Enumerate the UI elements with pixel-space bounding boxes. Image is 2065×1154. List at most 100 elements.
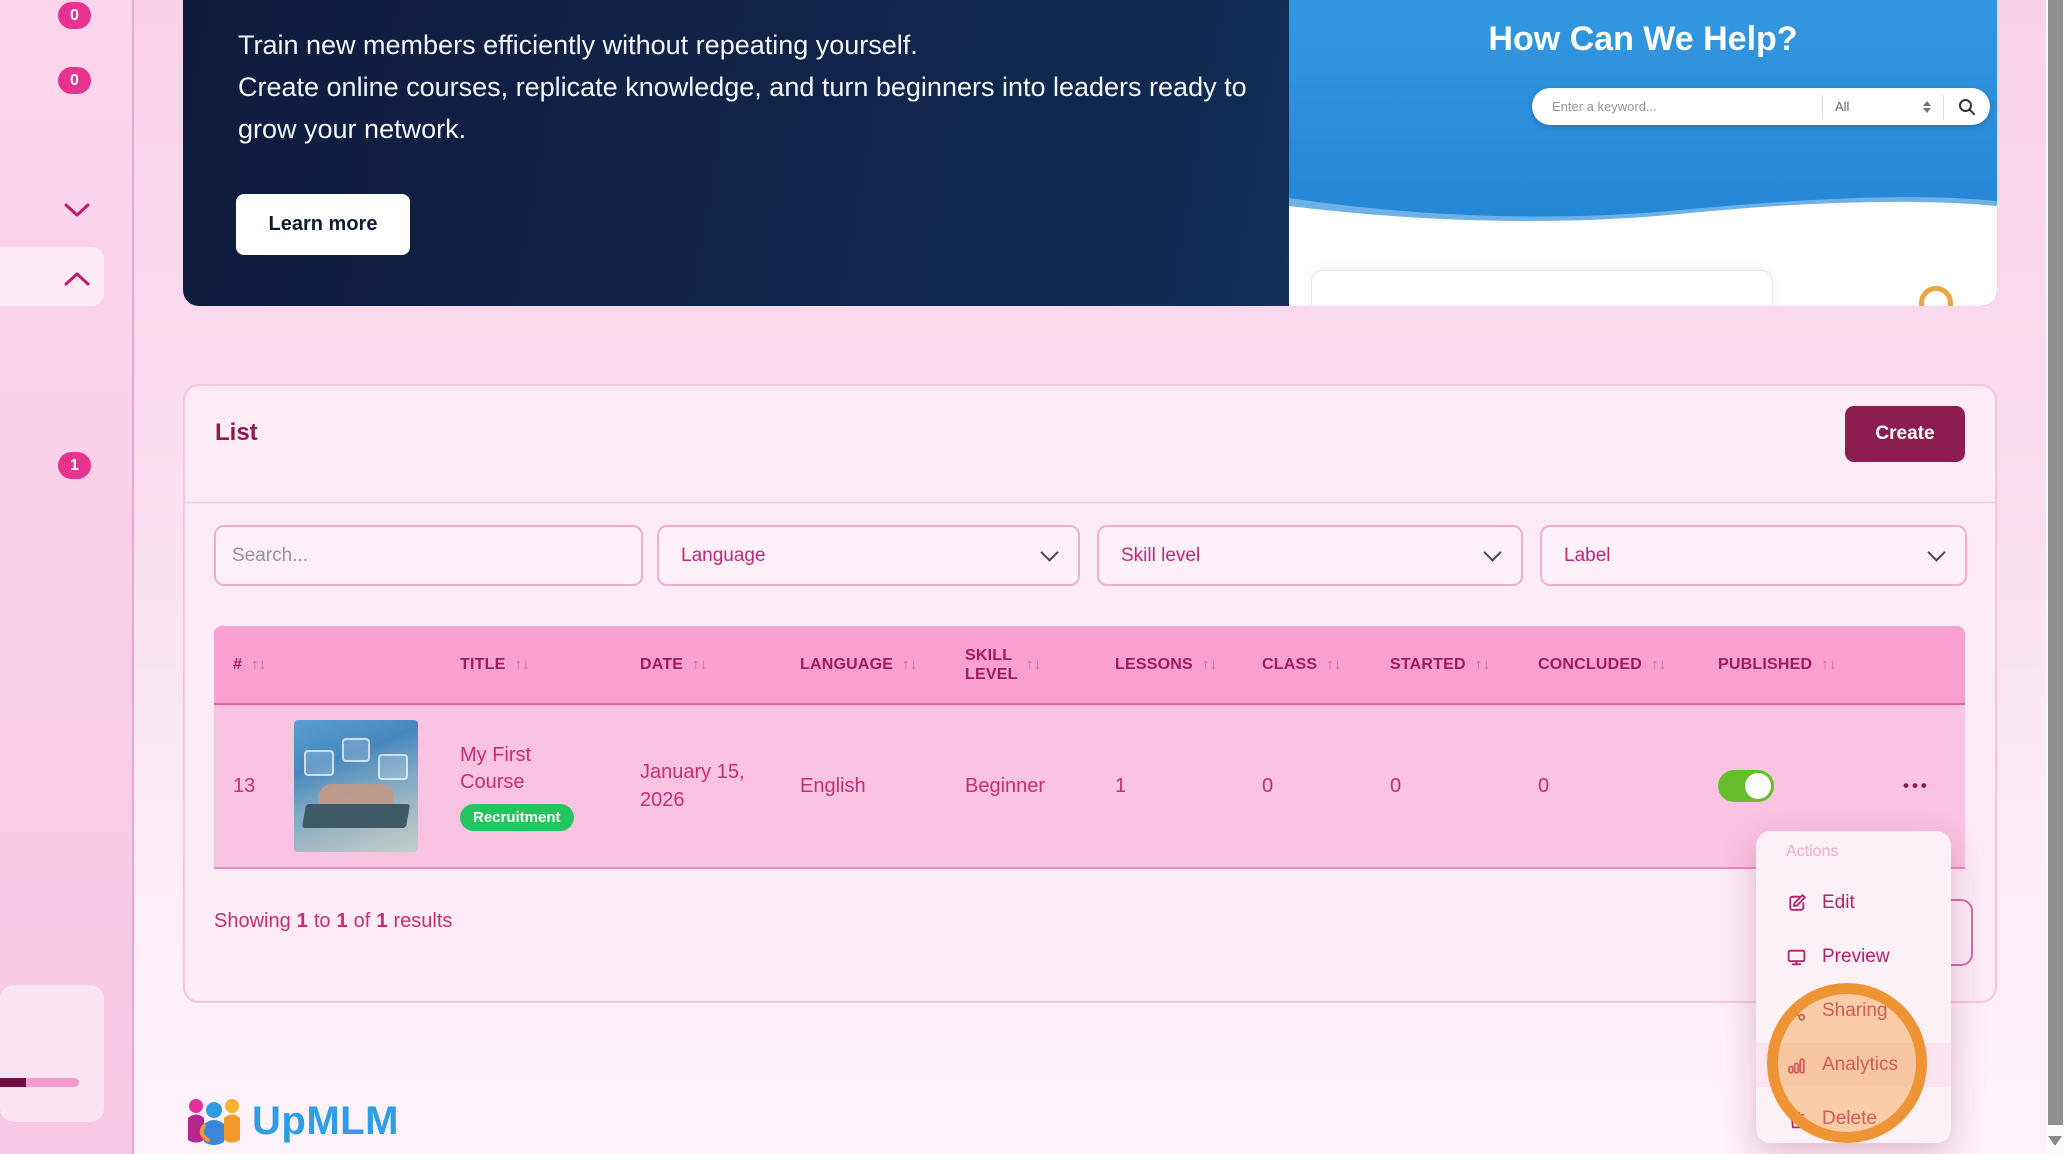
summary-text: Showing: [214, 910, 291, 932]
promo-banner: Train new members efficiently without re…: [183, 0, 1997, 306]
search-icon: [1959, 98, 1976, 115]
scrollbar-thumb[interactable]: [2048, 0, 2063, 1125]
progress-bar: [0, 1078, 79, 1087]
row-actions-button[interactable]: •••: [1875, 776, 1965, 796]
thumbnail-detail: [304, 750, 334, 776]
table-row: 13 My First Course Recruitment January 1…: [214, 705, 1965, 869]
table-header: # ↑↓ TITLE ↑↓ DATE ↑↓ LANGUAGE ↑↓ SKILL LEVE…: [214, 626, 1965, 705]
summary-text: results: [393, 910, 453, 932]
column-header-lessons[interactable]: LESSONS ↑↓: [1115, 656, 1262, 674]
column-header-date[interactable]: DATE ↑↓: [640, 656, 800, 674]
sort-icon: ↑↓: [251, 656, 267, 673]
thumbnail-detail: [301, 804, 411, 828]
column-header-published[interactable]: PUBLISHED ↑↓: [1718, 656, 1875, 674]
search-input[interactable]: [214, 525, 643, 586]
sidebar-count-badge: 0: [58, 2, 91, 29]
chevron-up-icon: [64, 272, 90, 286]
column-label: SKILL LEVEL: [965, 646, 1018, 683]
scrollbar-track[interactable]: [2046, 0, 2065, 1154]
column-label: CONCLUDED: [1538, 655, 1643, 673]
help-widget: How Can We Help? All: [1289, 0, 1997, 306]
scrollbar-down-arrow[interactable]: [2048, 1136, 2062, 1146]
column-header-title[interactable]: TITLE ↑↓: [460, 656, 640, 674]
skill-level-filter-value: Skill level: [1121, 544, 1201, 566]
course-list-card: List Create Language Skill level Label #…: [183, 384, 1997, 1003]
results-summary: Showing 1 to 1 of 1 results: [214, 910, 452, 933]
chevron-down-icon: [1040, 543, 1059, 562]
column-label: DATE: [640, 655, 684, 673]
chevron-down-icon: [1927, 543, 1946, 562]
help-category-value: All: [1835, 99, 1850, 114]
page: 0 0 1 Train new members efficiently with…: [0, 0, 2065, 1154]
course-lessons-count: 1: [1115, 774, 1127, 797]
label-filter-select[interactable]: Label: [1540, 525, 1967, 586]
upmlm-logo-icon: [188, 1099, 240, 1145]
help-article-card: [1311, 270, 1773, 306]
column-header-started[interactable]: STARTED ↑↓: [1390, 656, 1538, 674]
course-title-link[interactable]: My First Course: [460, 742, 572, 796]
toggle-knob: [1745, 773, 1771, 799]
summary-text: of: [353, 910, 371, 932]
promo-banner-text: Train new members efficiently without re…: [238, 24, 1268, 150]
course-skill-level: Beginner: [965, 774, 1046, 797]
column-label: PUBLISHED: [1718, 655, 1813, 673]
sidebar-progress-card: [0, 985, 104, 1122]
column-header-language[interactable]: LANGUAGE ↑↓: [800, 656, 965, 674]
menu-item-preview[interactable]: Preview: [1756, 935, 1951, 979]
sidebar-expand-toggle[interactable]: [64, 203, 90, 223]
brand-name: UpMLM: [252, 1098, 399, 1143]
course-concluded-count: 0: [1538, 774, 1550, 797]
banner-line: Train new members efficiently without re…: [238, 30, 918, 60]
learn-more-button[interactable]: Learn more: [236, 194, 410, 255]
edit-icon: [1789, 893, 1806, 911]
summary-text: to: [313, 910, 331, 932]
column-header-class[interactable]: CLASS ↑↓: [1262, 656, 1390, 674]
column-label: LANGUAGE: [800, 655, 894, 673]
course-thumbnail: [294, 720, 418, 852]
chevron-down-icon: [1483, 543, 1502, 562]
sort-icon: ↑↓: [1651, 656, 1667, 673]
sort-icon: ↑↓: [514, 656, 530, 673]
published-toggle[interactable]: [1718, 770, 1774, 802]
sort-icon: ↑↓: [1326, 656, 1342, 673]
progress-bar-track: [26, 1078, 79, 1087]
sort-icon: ↑↓: [1474, 656, 1491, 673]
column-label: STARTED: [1390, 655, 1466, 673]
divider: [185, 502, 1995, 503]
banner-line: grow your network.: [238, 114, 467, 144]
sort-icon: ↑↓: [1201, 656, 1218, 673]
language-filter-select[interactable]: Language: [657, 525, 1080, 586]
help-search-bar: All: [1532, 88, 1990, 125]
summary-from: 1: [296, 910, 308, 932]
help-search-input[interactable]: [1532, 99, 1822, 114]
skill-level-filter-select[interactable]: Skill level: [1097, 525, 1523, 586]
sort-icon: ↑↓: [692, 656, 708, 673]
banner-line: Create online courses, replicate knowled…: [238, 72, 1247, 102]
course-language: English: [800, 774, 866, 797]
click-annotation-circle: [1767, 983, 1927, 1143]
course-date: January 15, 2026: [640, 761, 745, 811]
help-search-button[interactable]: [1944, 88, 1990, 125]
thumbnail-detail: [342, 738, 370, 762]
actions-menu-title: Actions: [1786, 843, 1839, 860]
thumbnail-detail: [378, 754, 408, 780]
sidebar-count-badge: 1: [58, 452, 91, 479]
help-category-select[interactable]: All: [1823, 99, 1943, 114]
column-header-skill-level[interactable]: SKILL LEVEL ↑↓: [965, 646, 1115, 684]
label-filter-value: Label: [1564, 544, 1611, 566]
column-label: TITLE: [460, 655, 506, 673]
create-button[interactable]: Create: [1845, 406, 1965, 462]
menu-item-label: Edit: [1822, 892, 1855, 913]
column-header-concluded[interactable]: CONCLUDED ↑↓: [1538, 656, 1718, 674]
chevron-down-icon: [64, 203, 90, 217]
menu-item-edit[interactable]: Edit: [1756, 881, 1951, 925]
column-label: LESSONS: [1115, 655, 1193, 673]
course-class-count: 0: [1262, 774, 1274, 797]
column-label: #: [233, 655, 243, 673]
sidebar: 0 0 1: [0, 0, 134, 1154]
column-header-index[interactable]: # ↑↓: [214, 656, 294, 674]
select-arrows-icon: [1923, 100, 1931, 113]
course-label-badge: Recruitment: [460, 803, 574, 831]
footer-logo[interactable]: UpMLM: [186, 1096, 399, 1146]
sidebar-item-active[interactable]: [0, 247, 104, 306]
